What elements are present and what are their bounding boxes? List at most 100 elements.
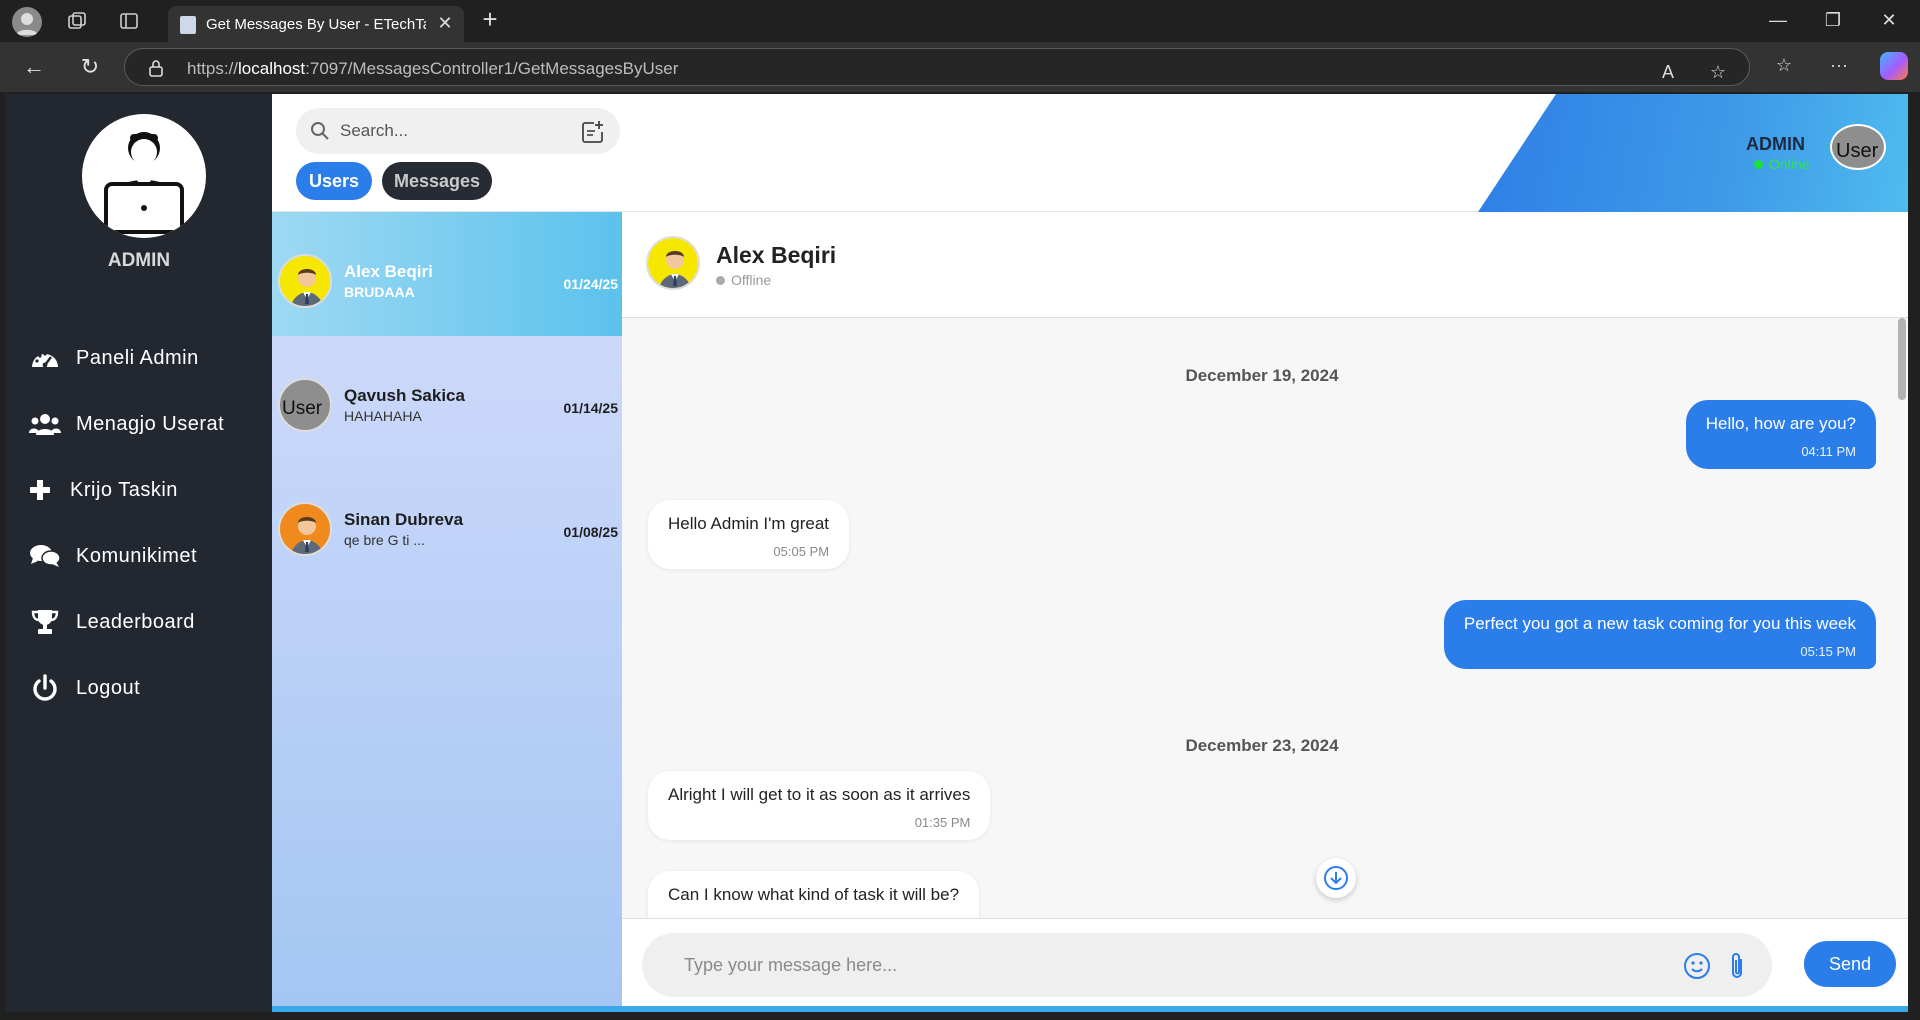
sidebar-item-komunikimet[interactable]: Komunikimet — [28, 536, 258, 576]
user-name: Sinan Dubreva — [344, 510, 464, 529]
tab-users[interactable]: Users — [296, 162, 372, 200]
window-close-icon[interactable]: ✕ — [1877, 8, 1901, 32]
url-text: https://localhost:7097/MessagesControlle… — [187, 59, 679, 78]
sidebar-item-leaderboard[interactable]: Leaderboard — [28, 602, 258, 642]
user-avatar: User — [278, 378, 332, 432]
sidebar-item-menagjo-userat[interactable]: Menagjo Userat — [28, 404, 258, 444]
browser-tab-strip: Get Messages By User - ETechTask ✕ + — ❐… — [0, 0, 1920, 42]
message-bubble-incoming: Alright I will get to it as soon as it a… — [648, 771, 991, 840]
refresh-icon[interactable]: ↻ — [77, 54, 103, 80]
message-time: 04:11 PM — [1801, 444, 1856, 459]
sidebar-item-label: Menagjo Userat — [76, 412, 225, 435]
sidebar-item-krijo-taskin[interactable]: Krijo Taskin — [28, 470, 258, 510]
minimize-icon[interactable]: — — [1766, 8, 1790, 32]
sidebar-item-label: Leaderboard — [76, 610, 195, 633]
message-bubble-outgoing: Hello, how are you? 04:11 PM — [1685, 400, 1876, 469]
offline-dot-icon — [716, 275, 725, 285]
users-icon — [28, 409, 62, 439]
plus-icon — [28, 475, 52, 505]
chat-panel: Alex Beqiri Offline December 19, 2024 He… — [622, 212, 1908, 1012]
admin-avatar — [82, 114, 206, 238]
user-avatar — [278, 254, 332, 308]
message-time: 05:05 PM — [773, 544, 830, 559]
back-arrow-icon[interactable]: ← — [21, 54, 47, 80]
power-icon — [28, 673, 62, 703]
user-last-date: 01/24/25 — [563, 276, 619, 292]
header-avatar[interactable]: User — [1830, 124, 1886, 170]
trophy-icon — [28, 607, 62, 637]
user-last-message: HAHAHAHA — [344, 408, 422, 424]
tab-messages[interactable]: Messages — [382, 162, 492, 200]
address-toolbar: ← ↻ https://localhost:7097/MessagesContr… — [0, 42, 1920, 92]
message-time: 05:15 PM — [1800, 644, 1856, 659]
message-input-wrapper — [642, 933, 1772, 997]
message-bubble-incoming: Can I know what kind of task it will be? — [648, 871, 980, 918]
user-avatar — [278, 502, 332, 556]
scroll-to-bottom-button[interactable] — [1316, 858, 1356, 898]
chat-header: Alex Beqiri Offline — [622, 212, 1908, 318]
tab-close-icon[interactable]: ✕ — [436, 14, 454, 32]
user-name: Alex Beqiri — [344, 262, 433, 281]
user-list-item[interactable]: Sinan Dubreva qe bre G ti ... 01/08/25 — [272, 460, 622, 584]
online-dot-icon — [1754, 159, 1763, 169]
message-bubble-outgoing: Perfect you got a new task coming for yo… — [1443, 600, 1876, 669]
header-admin-status: Online — [1754, 156, 1809, 172]
lock-icon[interactable] — [147, 59, 165, 77]
date-separator: December 19, 2024 — [1185, 366, 1339, 385]
top-bar: Users Messages ADMIN Online User — [272, 94, 1908, 212]
address-bar[interactable]: https://localhost:7097/MessagesControlle… — [124, 48, 1750, 86]
user-name: Qavush Sakica — [344, 386, 465, 405]
user-last-date: 01/14/25 — [563, 400, 619, 416]
paperclip-icon[interactable] — [1726, 951, 1748, 981]
date-separator: December 23, 2024 — [1185, 736, 1339, 755]
send-button[interactable]: Send — [1804, 941, 1896, 987]
sidebar-item-label: Komunikimet — [76, 544, 198, 567]
read-aloud-icon[interactable]: A — [1655, 59, 1681, 85]
message-text: Hello Admin I'm great — [668, 514, 830, 533]
message-time: 01:35 PM — [914, 815, 971, 830]
user-last-date: 01/08/25 — [563, 524, 619, 540]
favorite-star-icon[interactable]: ☆ — [1705, 59, 1731, 85]
sidebar: ADMIN Paneli Admin Menagjo Userat Krijo … — [6, 94, 272, 1012]
vertical-tabs-icon[interactable] — [118, 10, 140, 32]
page-favicon-icon — [180, 16, 196, 34]
user-list-item[interactable]: User Qavush Sakica HAHAHAHA 01/14/25 — [272, 336, 622, 460]
message-input[interactable] — [684, 951, 1624, 979]
workspaces-icon[interactable] — [66, 10, 88, 32]
user-list-item[interactable]: Alex Beqiri BRUDAAA 01/24/25 — [272, 212, 622, 336]
message-text: Can I know what kind of task it will be? — [668, 885, 960, 904]
dashboard-icon — [28, 343, 62, 373]
message-text: Alright I will get to it as soon as it a… — [668, 785, 971, 804]
search-icon — [311, 122, 329, 140]
user-list: Alex Beqiri BRUDAAA 01/24/25 User Qavush… — [272, 212, 622, 1012]
sidebar-item-label: Krijo Taskin — [70, 478, 178, 501]
tab-title: Get Messages By User - ETechTask — [206, 16, 426, 33]
sidebar-item-label: Logout — [76, 676, 141, 699]
new-message-icon[interactable] — [580, 119, 606, 145]
new-tab-icon[interactable]: + — [478, 6, 502, 32]
message-text: Hello, how are you? — [1705, 414, 1856, 433]
copilot-icon[interactable] — [1880, 52, 1908, 80]
sidebar-admin-name: ADMIN — [107, 250, 171, 271]
message-bubble-incoming: Hello Admin I'm great 05:05 PM — [648, 500, 850, 569]
arrow-down-circle-icon — [1324, 866, 1348, 890]
restore-icon[interactable]: ❐ — [1821, 8, 1845, 32]
user-last-message: qe bre G ti ... — [344, 532, 425, 548]
chat-scrollbar[interactable] — [1898, 318, 1906, 400]
browser-tab-active[interactable]: Get Messages By User - ETechTask ✕ — [168, 6, 464, 42]
more-options-icon[interactable]: ··· — [1826, 52, 1852, 78]
app-page: ADMIN Paneli Admin Menagjo Userat Krijo … — [6, 94, 1908, 1012]
message-list: December 19, 2024 Hello, how are you? 04… — [622, 318, 1908, 918]
emoji-icon[interactable] — [1682, 951, 1712, 981]
profile-icon[interactable] — [12, 7, 42, 37]
message-text: Perfect you got a new task coming for yo… — [1463, 614, 1856, 633]
chat-contact-status: Offline — [716, 272, 771, 288]
search-input[interactable] — [340, 116, 560, 146]
favorites-icon[interactable]: ☆ — [1771, 52, 1797, 78]
sidebar-item-paneli-admin[interactable]: Paneli Admin — [28, 338, 258, 378]
chat-contact-avatar — [646, 236, 700, 290]
chat-icon — [28, 541, 62, 571]
chat-contact-name: Alex Beqiri — [716, 242, 837, 268]
sidebar-item-logout[interactable]: Logout — [28, 668, 258, 708]
bottom-accent-strip — [272, 1006, 1908, 1012]
